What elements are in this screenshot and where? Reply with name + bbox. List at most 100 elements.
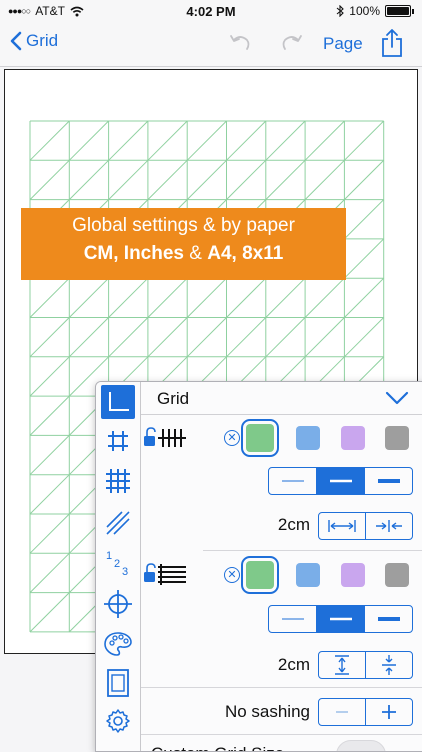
horizontal-lines-lock-icon xyxy=(144,563,186,585)
vertical-lock-toggle[interactable] xyxy=(143,426,189,455)
grid-diagonal-line xyxy=(147,159,188,200)
tool-hash-grid[interactable] xyxy=(101,424,135,458)
grid-diagonal-line xyxy=(147,277,188,318)
horizontal-color-swatch[interactable] xyxy=(385,563,409,587)
grid-diagonal-line xyxy=(265,277,306,318)
weight-thin[interactable] xyxy=(269,606,316,632)
collapse-panel-button[interactable] xyxy=(385,390,409,411)
grid-diagonal-line xyxy=(304,277,345,318)
grid-diagonal-line xyxy=(304,159,345,200)
grid-diagonal-line xyxy=(265,120,306,161)
horizontal-size-label: 2cm xyxy=(277,655,310,674)
battery-tip xyxy=(412,8,414,14)
vertical-color-swatch[interactable] xyxy=(341,426,365,450)
grid-diagonal-line xyxy=(68,120,109,161)
weight-thick[interactable] xyxy=(364,468,412,494)
medium-line-icon xyxy=(329,479,352,483)
banner-line-2: CM, Inches & A4, 8x11 xyxy=(21,243,346,265)
share-icon xyxy=(382,29,402,57)
horizontal-color-swatch[interactable] xyxy=(241,556,279,594)
minus-icon xyxy=(336,711,348,713)
horizontal-line-weight-control xyxy=(268,605,413,633)
grid-diagonal-line xyxy=(29,474,70,515)
tool-corner-axes[interactable] xyxy=(101,385,135,419)
grid-diagonal-line xyxy=(344,277,385,318)
thin-line-icon xyxy=(281,480,304,482)
grid-diagonal-line xyxy=(265,317,306,358)
grid-diagonal-line xyxy=(29,277,70,318)
horizontal-spacing-decrease[interactable] xyxy=(365,652,412,678)
palette-icon xyxy=(104,632,132,656)
share-button[interactable] xyxy=(380,28,404,63)
weight-thick[interactable] xyxy=(364,606,412,632)
vertical-clear-color-button[interactable]: ✕ xyxy=(224,430,240,446)
weight-medium[interactable] xyxy=(316,468,364,494)
page-frame-icon xyxy=(107,669,129,697)
sashing-label: No sashing xyxy=(224,702,310,721)
horizontal-spacing-increase[interactable] xyxy=(319,652,365,678)
sashing-increase-button[interactable] xyxy=(365,699,412,725)
panel-title: Grid xyxy=(157,389,190,408)
grid-diagonal-line xyxy=(344,120,385,161)
grid-diagonal-line xyxy=(186,277,227,318)
tool-palette[interactable] xyxy=(101,627,135,661)
thin-line-icon xyxy=(281,618,304,620)
sashing-decrease-button[interactable] xyxy=(319,699,365,725)
weight-medium[interactable] xyxy=(316,606,364,632)
diagonal-lines-icon xyxy=(106,511,130,535)
grid-diagonal-line xyxy=(226,120,267,161)
banner-paper-sizes: A4, 8x11 xyxy=(207,243,284,264)
promo-banner: Global settings & by paper CM, Inches & … xyxy=(21,208,346,280)
sashing-stepper xyxy=(318,698,413,726)
grid-diagonal-line xyxy=(147,120,188,161)
svg-text:3: 3 xyxy=(122,566,128,578)
vertical-size-label: 2cm xyxy=(277,515,310,534)
undo-icon xyxy=(230,35,250,50)
grid-diagonal-line xyxy=(186,120,227,161)
expand-horizontal-icon xyxy=(328,520,356,532)
redo-button[interactable] xyxy=(280,32,304,59)
vertical-color-swatch[interactable] xyxy=(241,419,279,457)
tool-settings[interactable] xyxy=(101,704,135,738)
tool-sidebar: 1 2 3 xyxy=(96,382,141,751)
custom-grid-size-toggle[interactable] xyxy=(336,740,386,751)
tool-numbers[interactable]: 1 2 3 xyxy=(101,546,135,580)
vertical-spacing-decrease[interactable] xyxy=(365,513,412,539)
grid-diagonal-line xyxy=(29,513,70,554)
grid-diagonal-line xyxy=(108,277,149,318)
back-button[interactable]: Grid xyxy=(10,31,58,51)
grid-diagonal-line xyxy=(108,317,149,358)
section-divider xyxy=(203,550,422,551)
thick-line-icon xyxy=(377,479,400,483)
banner-line-1: Global settings & by paper xyxy=(72,215,295,236)
horizontal-color-swatch[interactable] xyxy=(296,563,320,587)
undo-button[interactable] xyxy=(228,32,252,59)
grid-diagonal-line xyxy=(265,159,306,200)
corner-axes-icon xyxy=(109,392,129,411)
weight-thin[interactable] xyxy=(269,468,316,494)
square-grid-icon xyxy=(106,469,130,493)
grid-diagonal-line xyxy=(29,435,70,476)
compress-vertical-icon xyxy=(382,655,396,675)
tool-page-frame[interactable] xyxy=(101,666,135,700)
grid-diagonal-line xyxy=(344,199,385,240)
vertical-color-swatch[interactable] xyxy=(385,426,409,450)
gear-icon xyxy=(106,709,130,733)
grid-diagonal-line xyxy=(147,317,188,358)
grid-diagonal-line xyxy=(68,277,109,318)
section-divider xyxy=(141,734,422,735)
vertical-color-swatch[interactable] xyxy=(296,426,320,450)
horizontal-lock-toggle[interactable] xyxy=(143,562,189,591)
tool-diagonal-lines[interactable] xyxy=(101,506,135,540)
tool-square-grid[interactable] xyxy=(101,464,135,498)
hash-grid-icon xyxy=(108,431,128,451)
tool-crosshair[interactable] xyxy=(101,587,135,621)
page-button[interactable]: Page xyxy=(323,34,363,54)
vertical-spacing-increase[interactable] xyxy=(319,513,365,539)
plus-icon xyxy=(382,705,396,719)
horizontal-color-swatch[interactable] xyxy=(341,563,365,587)
numbers-123-icon: 1 2 3 xyxy=(106,550,128,578)
grid-diagonal-line xyxy=(29,317,70,358)
horizontal-clear-color-button[interactable]: ✕ xyxy=(224,567,240,583)
battery-percent: 100% xyxy=(349,4,380,18)
